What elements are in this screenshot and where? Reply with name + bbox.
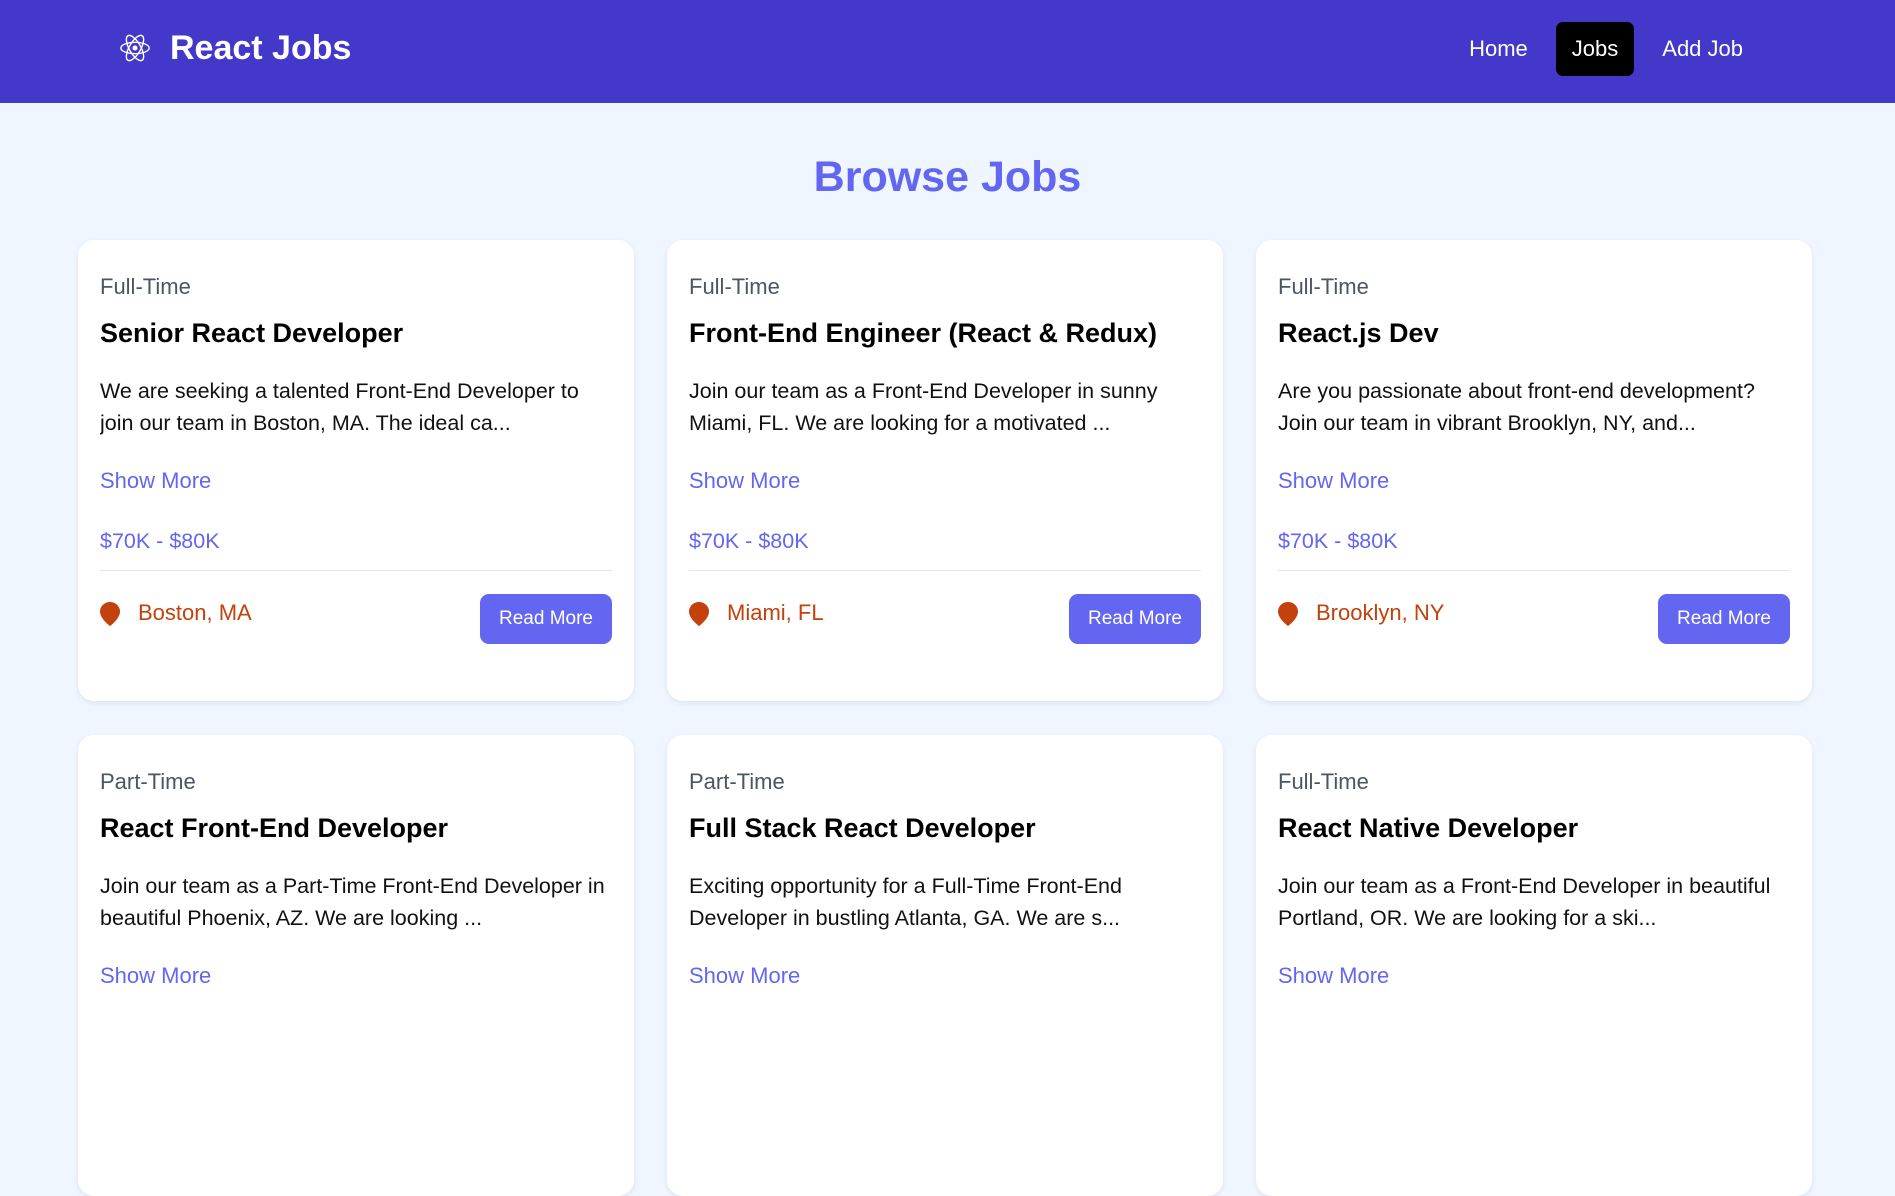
page-title: Browse Jobs: [813, 153, 1082, 201]
map-marker-icon: [100, 602, 120, 626]
show-more-button[interactable]: Show More: [100, 468, 211, 494]
job-location-text: Miami, FL: [727, 599, 824, 625]
job-description: Exciting opportunity for a Full-Time Fro…: [689, 874, 1122, 930]
nav-jobs-link[interactable]: Jobs: [1555, 22, 1635, 76]
job-type: Part-Time: [689, 769, 785, 794]
card-footer: Miami, FL Read More: [689, 594, 1201, 644]
job-listings-grid: Full-Time Senior React Developer We are …: [78, 240, 1812, 1196]
job-title: Full Stack React Developer: [689, 813, 1036, 843]
map-marker-icon: [689, 602, 709, 626]
job-location: Boston, MA: [100, 599, 252, 626]
job-card: Full-Time React.js Dev Are you passionat…: [1256, 240, 1812, 701]
job-location: Miami, FL: [689, 599, 824, 626]
card-divider: [689, 570, 1201, 571]
nav-home-link[interactable]: Home: [1453, 22, 1544, 76]
react-logo-icon: [120, 34, 150, 62]
show-more-button[interactable]: Show More: [689, 963, 800, 989]
job-description: Join our team as a Part-Time Front-End D…: [100, 874, 605, 930]
card-divider: [100, 570, 612, 571]
card-footer: Brooklyn, NY Read More: [1278, 594, 1790, 644]
job-card: Full-Time Front-End Engineer (React & Re…: [667, 240, 1223, 701]
job-card: Full-Time React Native Developer Join ou…: [1256, 735, 1812, 1196]
card-footer: Boston, MA Read More: [100, 594, 612, 644]
app-title: React Jobs: [170, 28, 352, 67]
job-title: React.js Dev: [1278, 318, 1439, 348]
job-title: React Front-End Developer: [100, 813, 449, 843]
map-marker-icon: [1278, 602, 1298, 626]
job-card: Part-Time React Front-End Developer Join…: [78, 735, 634, 1196]
job-salary: $70K - $80K: [689, 529, 809, 553]
navbar: React Jobs Home Jobs Add Job: [0, 0, 1895, 103]
job-type: Part-Time: [100, 769, 196, 794]
job-salary: $70K - $80K: [1278, 529, 1398, 553]
job-title: Senior React Developer: [100, 318, 404, 348]
job-type: Full-Time: [689, 274, 780, 299]
card-divider: [1278, 570, 1790, 571]
job-location: Brooklyn, NY: [1278, 599, 1444, 626]
job-location-text: Brooklyn, NY: [1316, 599, 1445, 625]
job-type: Full-Time: [1278, 274, 1369, 299]
nav-add-job-link[interactable]: Add Job: [1646, 22, 1759, 76]
job-card: Full-Time Senior React Developer We are …: [78, 240, 634, 701]
brand-link[interactable]: React Jobs: [118, 28, 351, 68]
show-more-button[interactable]: Show More: [1278, 468, 1389, 494]
job-description: Are you passionate about front-end devel…: [1278, 379, 1755, 435]
job-description: Join our team as a Front-End Developer i…: [1278, 874, 1771, 930]
read-more-button[interactable]: Read More: [1658, 594, 1790, 644]
nav-links: Home Jobs Add Job: [1441, 22, 1759, 76]
read-more-button[interactable]: Read More: [480, 594, 612, 644]
job-description: We are seeking a talented Front-End Deve…: [100, 379, 579, 435]
job-location-text: Boston, MA: [138, 599, 252, 625]
job-title: React Native Developer: [1278, 813, 1579, 843]
job-salary: $70K - $80K: [100, 529, 220, 553]
show-more-button[interactable]: Show More: [689, 468, 800, 494]
show-more-button[interactable]: Show More: [1278, 963, 1389, 989]
job-type: Full-Time: [100, 274, 191, 299]
job-type: Full-Time: [1278, 769, 1369, 794]
read-more-button[interactable]: Read More: [1069, 594, 1201, 644]
job-title: Front-End Engineer (React & Redux): [689, 318, 1158, 348]
job-card: Part-Time Full Stack React Developer Exc…: [667, 735, 1223, 1196]
job-description: Join our team as a Front-End Developer i…: [689, 379, 1158, 435]
show-more-button[interactable]: Show More: [100, 963, 211, 989]
